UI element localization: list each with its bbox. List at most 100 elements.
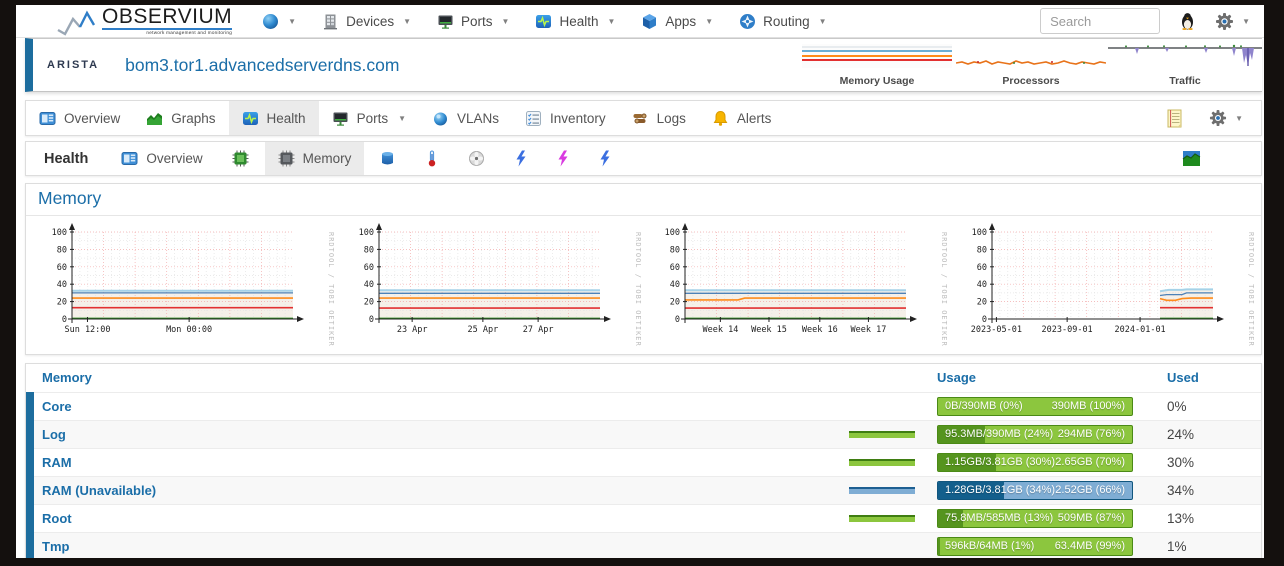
memory-pool-name[interactable]: Tmp [26,532,825,558]
sparkline-cell [825,448,937,476]
inventory-icon [525,110,542,127]
memory-pool-name[interactable]: Core [26,392,825,420]
menu-health-label: Health [559,14,598,29]
subtab-voltage-2[interactable] [542,142,584,175]
memory-table-row: RAM1.15GB/3.81GB (30%)2.65GB (70%)30% [26,448,1261,476]
tab-health-label: Health [267,111,306,126]
tab-graphs[interactable]: Graphs [133,101,228,135]
menu-ports-label: Ports [461,14,493,29]
tab-alerts-label: Alerts [737,111,772,126]
subtab-health-overview[interactable]: Overview [108,142,215,175]
tab-overview-label: Overview [64,111,120,126]
usage-cell: 1.28GB/3.81GB (34%)2.52GB (66%) [937,476,1149,504]
usage-sparkline[interactable] [849,431,915,438]
subtab-voltage-3[interactable] [584,142,626,175]
memory-table-row: Core0B/390MB (0%)390MB (100%)0% [26,392,1261,420]
device-settings-menu[interactable]: ▼ [1196,101,1261,135]
caret-down-icon: ▼ [607,17,615,26]
svg-text:Sun 12:00: Sun 12:00 [64,325,110,335]
memory-pool-name[interactable]: Log [26,420,825,448]
table-header-row: Memory Usage Used [26,364,1261,392]
tab-health[interactable]: Health [229,101,319,135]
svg-text:Mon 00:00: Mon 00:00 [166,325,212,335]
rrd-graph[interactable]: 020406080100Week 14Week 15Week 16Week 17… [645,220,948,352]
mini-graph-traffic[interactable]: Traffic [1108,44,1262,87]
usage-bar-left-label: 95.3MB/390MB (24%) [945,428,1053,440]
tab-inventory[interactable]: Inventory [512,101,619,135]
nav-right-group: ▼ [1040,8,1250,34]
rrd-graph[interactable]: 02040608010023 Apr25 Apr27 AprRRDTOOL / … [339,220,642,352]
device-notes-button[interactable] [1153,101,1196,135]
usage-sparkline[interactable] [849,487,915,494]
sparkline-cell [825,420,937,448]
device-hostname[interactable]: bom3.tor1.advancedserverdns.com [125,55,399,76]
subtab-storage[interactable] [364,142,411,175]
memory-table-row: Root75.8MB/585MB (13%)509MB (87%)13% [26,504,1261,532]
caret-down-icon: ▼ [705,17,713,26]
usage-bar-left-label: 1.15GB/3.81GB (30%) [945,456,1055,468]
subtab-memory[interactable]: Memory [265,142,365,175]
col-header-spark [825,364,937,392]
tab-logs[interactable]: Logs [619,101,699,135]
brand-tagline: network management and monitoring [102,28,232,36]
tab-ports[interactable]: Ports ▼ [319,101,419,135]
settings-menu[interactable]: ▼ [1215,12,1250,31]
sparkline-cell [825,476,937,504]
mini-graph-label: Memory Usage [800,75,954,87]
menu-apps[interactable]: Apps ▼ [641,13,713,30]
mini-graph-memory[interactable]: Memory Usage [800,44,954,87]
usage-bar: 1.28GB/3.81GB (34%)2.52GB (66%) [937,481,1133,500]
gear-icon [1215,12,1234,31]
global-status-menu[interactable]: ▼ [262,13,296,30]
svg-text:40: 40 [670,280,680,290]
rrd-graph[interactable]: 0204060801002023-05-012023-09-012024-01-… [952,220,1255,352]
bolt-icon [557,150,569,167]
table-left-accent [26,392,34,558]
tux-icon[interactable] [1180,12,1195,30]
observium-logo[interactable]: OBSERVIUM network management and monitor… [56,6,232,36]
usage-sparkline[interactable] [849,515,915,522]
graphs-icon [146,110,163,127]
rrd-graph[interactable]: 020406080100Sun 12:00Mon 00:00RRDTOOL / … [32,220,335,352]
memory-pool-name[interactable]: RAM (Unavailable) [26,476,825,504]
subtab-temperature[interactable] [411,142,453,175]
menu-health[interactable]: Health ▼ [535,13,615,30]
usage-sparkline[interactable] [849,459,915,466]
svg-text:100: 100 [52,228,67,238]
menu-ports[interactable]: Ports ▼ [437,13,509,30]
search-input[interactable] [1040,8,1160,34]
svg-text:60: 60 [363,263,373,273]
mini-processors-chart [956,44,1106,68]
usage-bar-right-label: 2.52GB (66%) [1055,484,1125,496]
tab-overview[interactable]: Overview [26,101,133,135]
tab-vlans[interactable]: VLANs [419,101,512,135]
nav-menu-group: ▼ Devices ▼ [262,13,826,30]
menu-devices[interactable]: Devices ▼ [322,13,411,30]
graphs-toggle-button[interactable] [1169,142,1261,175]
memory-table: Memory Usage Used Core 0B/390MB (0%)390MB… [26,364,1261,558]
usage-bar: 75.8MB/585MB (13%)509MB (87%) [937,509,1133,528]
subtab-fans[interactable] [453,142,500,175]
globe-icon [262,13,279,30]
used-percent: 30% [1149,448,1261,476]
tab-inventory-label: Inventory [550,111,606,126]
memory-pool-name[interactable]: RAM [26,448,825,476]
usage-cell: 0B/390MB (0%)390MB (100%) [937,392,1149,420]
vendor-logo: ARISTA [47,59,99,71]
health-subtabs-bar: Health Overview [25,141,1262,176]
notes-icon [1166,109,1183,128]
subtab-voltage-1[interactable] [500,142,542,175]
tab-alerts[interactable]: Alerts [699,101,785,135]
memory-table-row: Tmp596kB/64MB (1%)63.4MB (99%)1% [26,532,1261,558]
memory-table-body: Core0B/390MB (0%)390MB (100%)0%Log95.3MB… [26,392,1261,558]
header-mini-graphs: Memory Usage Processors [800,44,1262,87]
memory-table-row: RAM (Unavailable) 1.28GB/3.81GB (34%)2.52… [26,476,1261,504]
mini-graph-processors[interactable]: Processors [954,44,1108,87]
menu-routing[interactable]: Routing ▼ [739,13,826,30]
svg-text:25 Apr: 25 Apr [467,325,498,335]
used-percent: 34% [1149,476,1261,504]
memory-pool-name[interactable]: Root [26,504,825,532]
svg-text:60: 60 [977,263,987,273]
svg-text:2024-01-01: 2024-01-01 [1114,325,1165,335]
subtab-processors[interactable] [216,142,265,175]
